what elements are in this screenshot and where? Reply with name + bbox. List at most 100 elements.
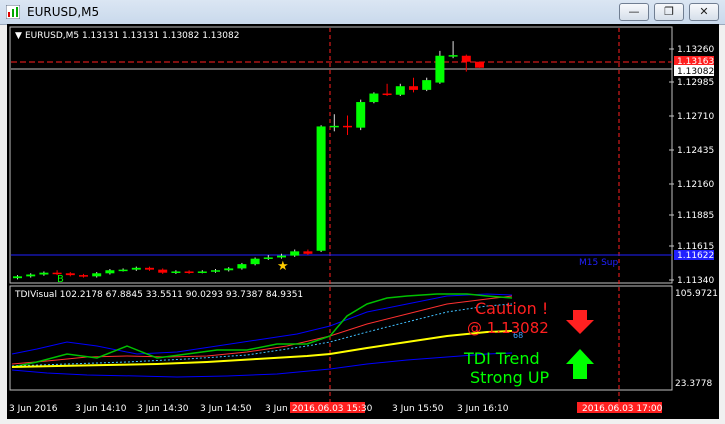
bull-candle-body: [39, 272, 49, 275]
candle: [171, 270, 181, 274]
bull-candle-body: [448, 55, 458, 57]
candle: [290, 249, 300, 257]
support-price-label: 1.11622: [677, 251, 714, 261]
candle: [435, 50, 445, 84]
bear-candle-body: [382, 93, 392, 96]
candle: [448, 41, 458, 59]
close-button[interactable]: ✕: [689, 3, 719, 21]
bear-candle-body: [475, 61, 484, 68]
time-tick-label: 3 Jun 2016: [9, 404, 58, 414]
bull-candle-body: [316, 126, 326, 251]
candle: [145, 266, 154, 271]
buy-arrow-marker: B: [57, 274, 64, 285]
time-tick-label: 3 Jun 14:50: [200, 404, 252, 414]
bull-candle-body: [435, 55, 445, 83]
bull-candle-body: [356, 102, 366, 128]
candle: [329, 114, 339, 132]
bull-candle-body: [13, 276, 22, 279]
price-tick-label: 1.12985: [677, 78, 714, 88]
bull-candle-body: [329, 125, 339, 128]
bull-candle-body: [131, 267, 141, 270]
bear-candle-body: [409, 86, 418, 90]
bull-candle-body: [422, 80, 432, 90]
time-tick-label: 3 Jun 15:50: [392, 404, 444, 414]
bull-candle-body: [92, 273, 102, 277]
indicator-y-bottom: 23.3778: [675, 379, 712, 389]
bull-candle-body: [224, 268, 234, 271]
bull-candle-body: [211, 270, 220, 272]
candle: [118, 268, 128, 272]
chart-window[interactable]: ▼ EURUSD,M5 1.13131 1.13131 1.13082 1.13…: [7, 24, 719, 419]
trend-text: TDI Trend: [463, 349, 540, 368]
bull-candle-body: [395, 86, 405, 95]
candle: [382, 83, 392, 96]
time-highlight-1: 2016.06.03 15:30: [292, 404, 373, 414]
price-tick-label: 1.11885: [677, 211, 714, 221]
main-header-arrow: ▼: [15, 31, 22, 41]
bull-candle-body: [26, 274, 36, 277]
restore-button[interactable]: ❐: [654, 3, 684, 21]
candle: [303, 249, 313, 256]
bear-candle-body: [343, 125, 352, 128]
candle: [422, 77, 432, 92]
price-tick-label: 1.12710: [677, 112, 714, 122]
tdi-lines: [11, 293, 513, 378]
time-axis: 2016.06.03 15:30 2016.06.03 17:00 3 Jun …: [9, 402, 663, 414]
candle: [211, 269, 220, 273]
chart-canvas[interactable]: ▼ EURUSD,M5 1.13131 1.13131 1.13082 1.13…: [7, 24, 719, 419]
bull-candle-body: [237, 264, 247, 269]
candle: [369, 92, 379, 104]
indicator-y-top: 105.9721: [675, 289, 718, 299]
bull-candle-body: [277, 255, 286, 258]
main-panel-frame: [9, 26, 673, 284]
candle: [39, 271, 49, 276]
main-chart-header: EURUSD,M5 1.13131 1.13131 1.13082 1.1308…: [25, 31, 239, 41]
bear-candle-body: [461, 55, 471, 62]
candle: [197, 270, 207, 274]
indicator-panel-frame: [9, 285, 673, 391]
window-titlebar: EURUSD,M5 — ❐ ✕: [0, 0, 725, 25]
caution-price-text: @ 1.13082: [467, 319, 549, 337]
bull-candle-body: [250, 258, 260, 265]
candle: [263, 255, 273, 260]
time-tick-label: 3 Jun 14:10: [75, 404, 127, 414]
bear-candle-body: [303, 251, 313, 254]
candle: [105, 269, 115, 275]
bull-candle-body: [118, 269, 128, 272]
chart-app-icon: [6, 5, 20, 19]
candle: [475, 61, 484, 68]
bear-candle-body: [145, 267, 154, 270]
window-title: EURUSD,M5: [27, 5, 100, 19]
price-tick-label: 1.12435: [677, 146, 714, 156]
candle: [92, 272, 102, 278]
down-arrow-icon: [566, 310, 594, 334]
bull-candle-body: [290, 251, 300, 256]
candle: [356, 99, 366, 131]
price-tick-label: 1.13260: [677, 45, 714, 55]
candle: [158, 268, 168, 274]
bull-candle-body: [369, 93, 379, 103]
trend-strength-text: Strong UP: [470, 368, 550, 387]
candle: [316, 125, 326, 252]
bear-candle-body: [79, 275, 88, 277]
candle: [184, 270, 194, 274]
candle: [79, 273, 88, 278]
up-arrow-icon: [566, 349, 594, 379]
candle: [26, 273, 36, 278]
bear-candle-body: [184, 271, 194, 273]
bid-price-label: 1.13082: [677, 67, 714, 77]
candle: [250, 257, 260, 266]
bear-candle-body: [158, 269, 168, 273]
candle: [131, 266, 141, 271]
candle: [13, 275, 22, 280]
price-tick-label: 1.12160: [677, 180, 714, 190]
price-tick-label: 1.11340: [677, 276, 714, 286]
candle: [237, 262, 247, 270]
time-tick-label: 3 Jun 16:10: [457, 404, 509, 414]
minimize-button[interactable]: —: [619, 3, 649, 21]
tdi-volatility-band-upper: [11, 293, 513, 355]
time-tick-label: 3 Jun: [265, 404, 288, 414]
tdi-price-line: [11, 293, 513, 368]
bull-candle-body: [263, 257, 273, 259]
bear-candle-body: [65, 273, 75, 276]
